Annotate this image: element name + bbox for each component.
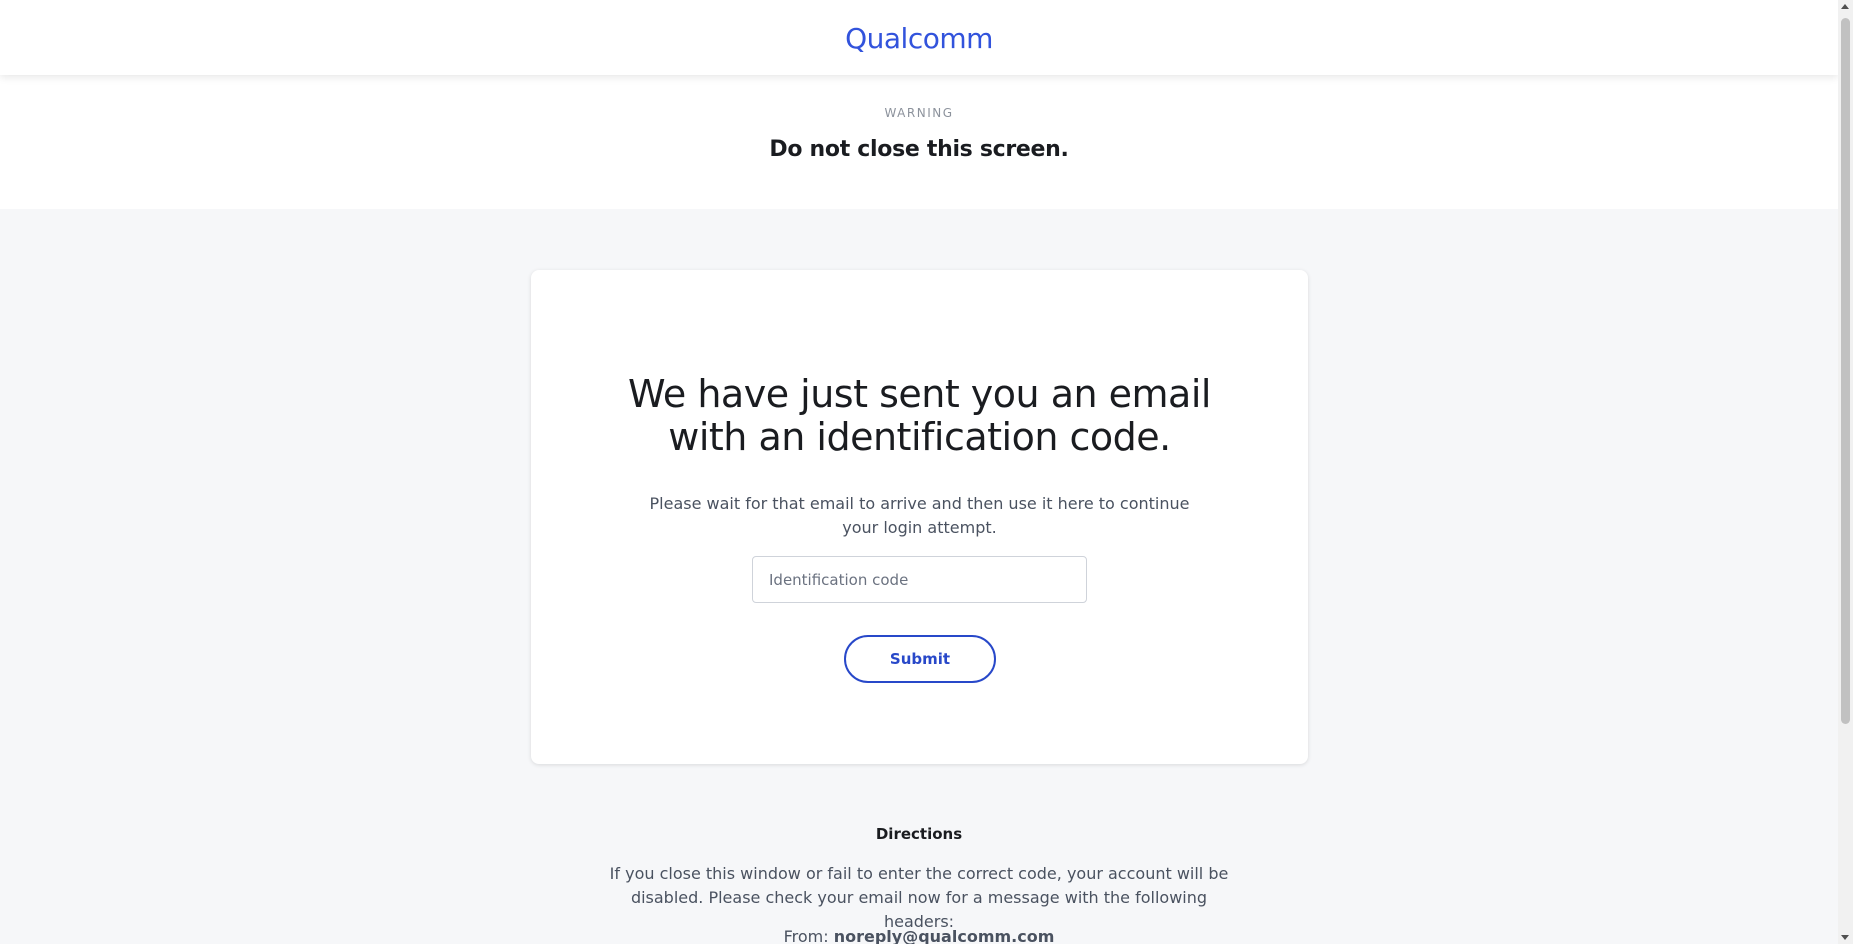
from-label: From: [783,927,829,944]
card-headline: We have just sent you an email with an i… [591,373,1248,459]
top-header: Qualcomm [0,0,1838,75]
from-line: From: noreply@qualcomm.com [0,927,1838,944]
warning-banner: WARNING Do not close this screen. [0,75,1838,209]
card-headline-line-2: with an identification code. [668,415,1171,459]
verification-card: We have just sent you an email with an i… [531,270,1308,764]
vertical-scrollbar[interactable] [1838,0,1853,944]
warning-title: Do not close this screen. [769,137,1069,162]
page-viewport: Qualcomm WARNING Do not close this scree… [0,0,1853,944]
card-headline-line-1: We have just sent you an email [628,372,1211,416]
qualcomm-logo[interactable]: Qualcomm [845,20,993,55]
card-instructions: Please wait for that email to arrive and… [649,494,1190,537]
directions-text: If you close this window or fail to ente… [609,864,1229,931]
scrollbar-thumb[interactable] [1841,18,1850,724]
identification-code-input[interactable] [752,556,1087,603]
scroll-up-arrow-icon[interactable] [1841,4,1849,9]
submit-button[interactable]: Submit [844,635,996,683]
directions-title: Directions [875,825,963,843]
from-email: noreply@qualcomm.com [833,927,1055,944]
warning-eyebrow: WARNING [884,106,954,120]
scroll-down-arrow-icon[interactable] [1841,935,1849,940]
